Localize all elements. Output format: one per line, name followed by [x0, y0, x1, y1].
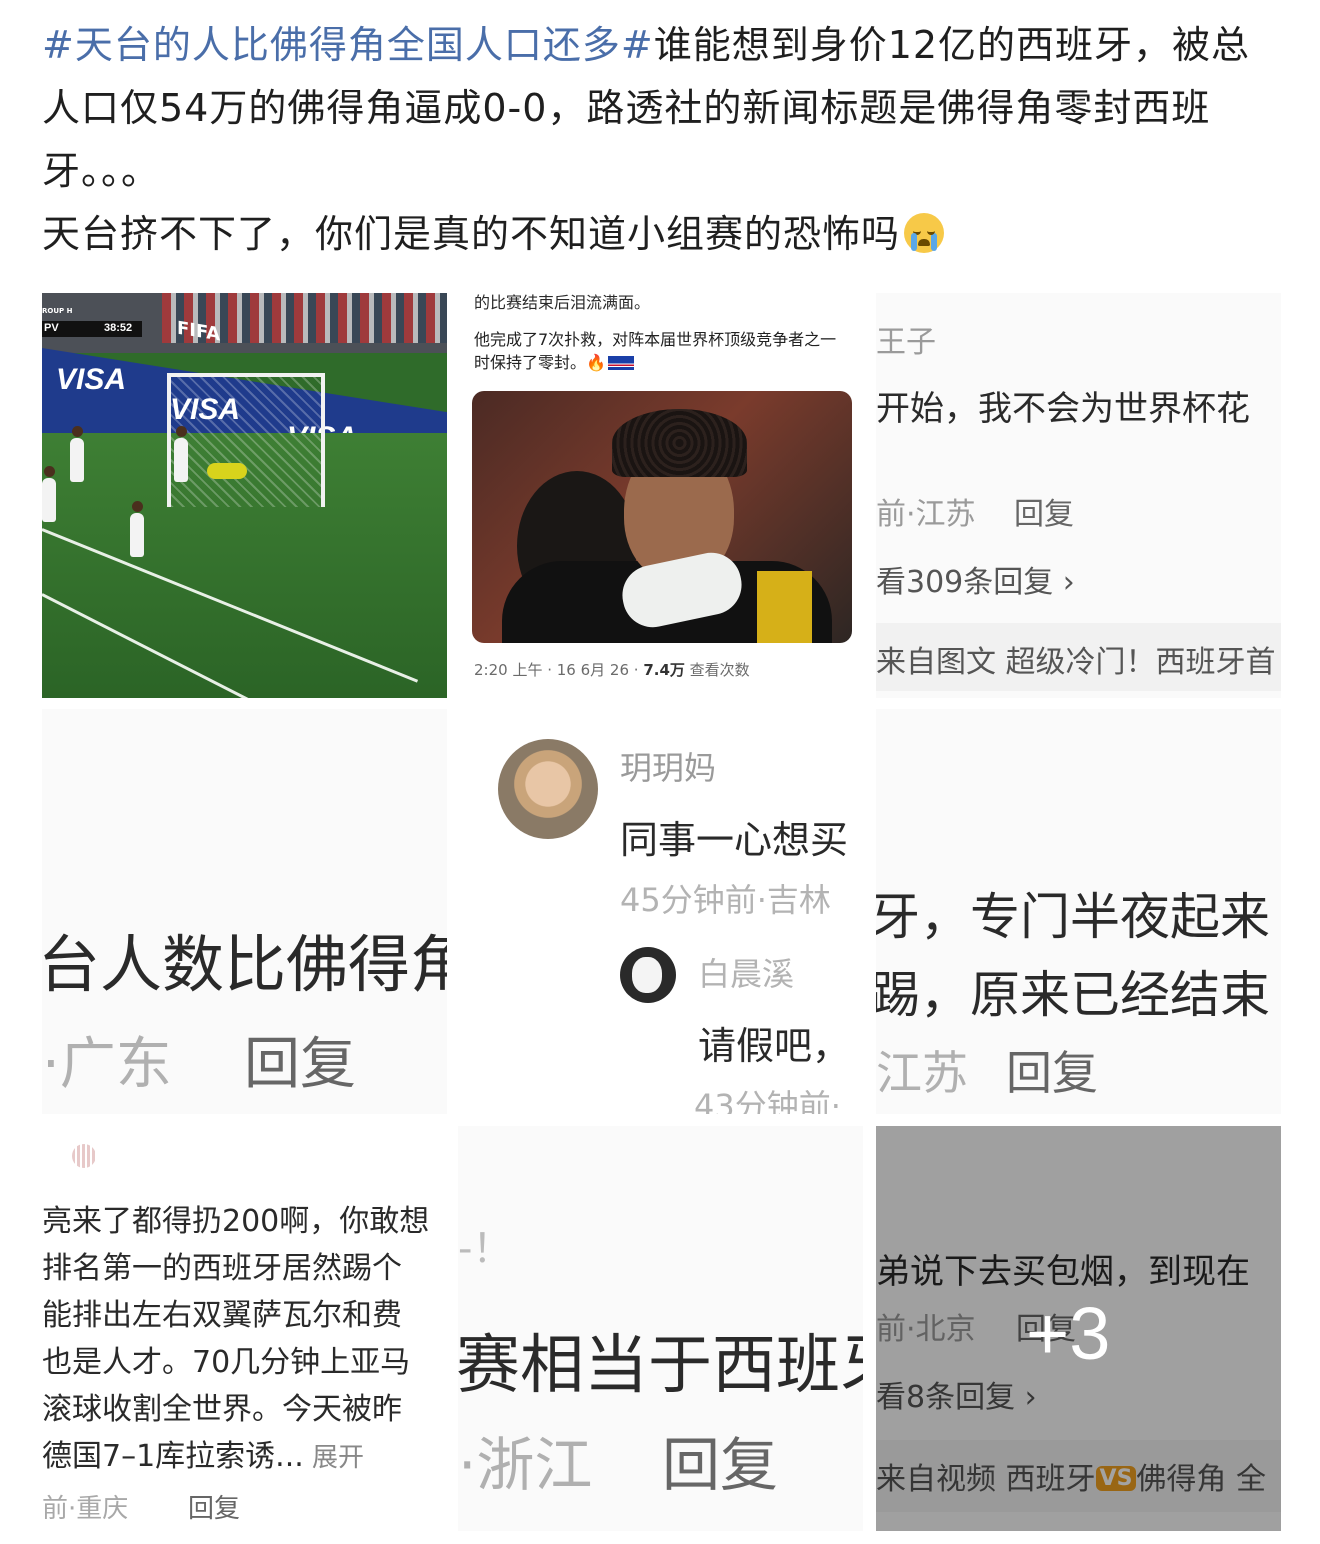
comment-text: 开始，我不会为世界杯花 — [876, 389, 1250, 429]
image-2-tweet[interactable]: 的比赛结束后泪流满面。 他完成了7次扑救，对阵本届世界杯顶级竞争者之一时保持了零… — [458, 293, 863, 698]
hashtag-link[interactable]: #天台的人比佛得角全国人口还多# — [42, 23, 654, 67]
comment-text: 赛相当于西班牙 — [458, 1329, 863, 1403]
team-code: PV — [44, 322, 59, 334]
reply-button[interactable]: 回复 — [1006, 1037, 1098, 1103]
goalkeeper — [207, 463, 247, 479]
post-text: #天台的人比佛得角全国人口还多#谁能想到身价12亿的西班牙，被总人口仅54万的佛… — [42, 14, 1282, 266]
post-body-2: 天台挤不下了，你们是真的不知道小组赛的恐怖吗 — [42, 212, 901, 256]
avatar — [72, 1144, 96, 1168]
reply-button[interactable]: 回复 — [662, 1418, 778, 1502]
comment-text: 亮来了都得扔200啊，你敢想 排名第一的西班牙居然踢个 能排出左右双翼萨瓦尔和费… — [42, 1204, 430, 1474]
cape-verde-flag-icon — [607, 356, 634, 370]
yellow-kit — [757, 571, 812, 643]
group-label: ROUP H — [42, 307, 73, 315]
player — [130, 501, 144, 557]
hair — [612, 409, 747, 477]
reply-button[interactable]: 回复 — [1014, 489, 1074, 533]
tweet-text: 他完成了7次扑救，对阵本届世界杯顶级竞争者之一时保持了零封。🔥 — [474, 330, 837, 372]
comment-text: 牙，专门半夜起来 — [876, 888, 1270, 946]
more-images-count[interactable]: +3 — [1026, 1291, 1110, 1376]
comment-text: 同事一心想买 — [620, 818, 849, 862]
avatar[interactable] — [620, 947, 676, 1003]
image-5-comments[interactable]: 玥玥妈 同事一心想买 45分钟前·吉林 白晨溪 请假吧， 43分钟前· — [458, 709, 863, 1114]
player — [42, 466, 56, 522]
comment-meta: ·浙江 — [458, 1431, 593, 1499]
reply-button[interactable]: 回复 — [188, 1488, 240, 1525]
comment-meta: 45分钟前·吉林 — [620, 881, 831, 919]
player — [174, 426, 188, 482]
comment-cut-text: -！ — [458, 1226, 513, 1272]
expand-link[interactable]: 展开 — [304, 1443, 364, 1473]
comment-user-name[interactable]: 玥玥妈 — [620, 743, 716, 789]
image-9-comment[interactable]: 弟说下去买包烟，到现在 前·北京 回复 看8条回复 › 来自视频 西班牙 VS 佛得… — [876, 1126, 1281, 1531]
player — [70, 426, 84, 482]
pitch-line — [42, 528, 419, 683]
image-7-comment[interactable]: 亮来了都得扔200啊，你敢想 排名第一的西班牙居然踢个 能排出左右双翼萨瓦尔和费… — [42, 1126, 447, 1531]
image-6-comment[interactable]: 牙，专门半夜起来 踢，原来已经结束 江苏 回复 — [876, 709, 1281, 1114]
crying-face-icon — [904, 213, 945, 253]
match-clock: 38:52 — [104, 322, 133, 334]
comment-user-name[interactable]: 白晨溪 — [698, 949, 794, 995]
avatar[interactable] — [498, 739, 598, 839]
reply-button[interactable]: 回复 — [244, 1019, 356, 1100]
image-4-comment[interactable]: 台人数比佛得角 ·广东 回复 — [42, 709, 447, 1114]
goal-net — [167, 373, 325, 507]
image-8-comment[interactable]: -！ 赛相当于西班牙 ·浙江 回复 — [458, 1126, 863, 1531]
tweet-meta: 2:20 上午 · 16 6月 26 · 7.4万 查看次数 — [474, 661, 750, 679]
comment-meta: ·广东 — [42, 1032, 172, 1097]
image-1-football[interactable]: VISA VISA VISA FIFA ROUP H PV 38:52 — [42, 293, 447, 698]
ad-text: VISA — [56, 363, 127, 396]
comment-meta: 江苏 — [876, 1046, 968, 1100]
comment-meta: 前·重庆 — [42, 1494, 129, 1524]
comment-text: 请假吧， — [698, 1024, 851, 1068]
comment-meta: 前·江苏 — [876, 497, 976, 532]
scoreboard: PV 38:52 — [42, 321, 142, 337]
view-replies-link[interactable]: 看309条回复 › — [876, 557, 1075, 601]
comment-text: 台人数比佛得角 — [42, 928, 447, 1001]
tweet-photo — [472, 391, 852, 643]
comment-text: 踢，原来已经结束 — [876, 966, 1270, 1024]
comment-user-name: 王子 — [876, 325, 936, 360]
source-bar: 来自图文 超级冷门！西班牙首 — [876, 623, 1281, 691]
image-3-comment[interactable]: 王子 开始，我不会为世界杯花 前·江苏 回复 看309条回复 › 来自图文 超级… — [876, 293, 1281, 698]
comment-meta: 43分钟前· — [694, 1087, 841, 1114]
tweet-cut-text: 的比赛结束后泪流满面。 — [474, 293, 651, 312]
pitch-line — [42, 593, 310, 698]
